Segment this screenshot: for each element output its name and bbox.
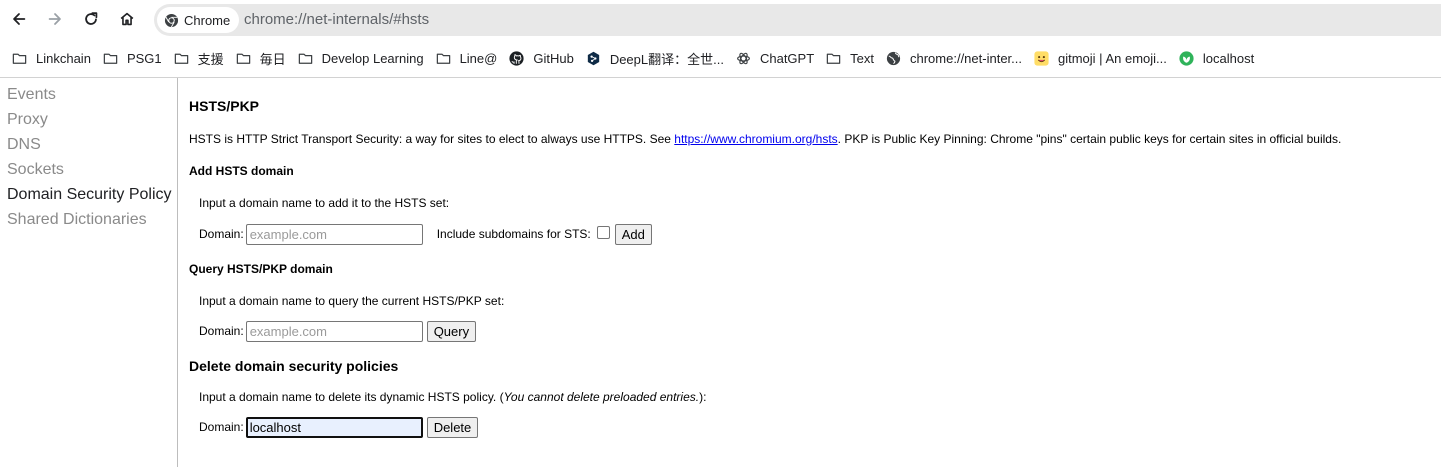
delete-form-row: Domain: Delete [199, 416, 479, 438]
home-icon [120, 12, 134, 26]
bookmark-label: PSG1 [126, 50, 162, 66]
back-button[interactable] [4, 4, 34, 34]
folder-icon [102, 50, 119, 67]
bookmark-chatgpt[interactable]: ChatGPT [733, 44, 821, 72]
bookmark-localhost[interactable]: localhost [1176, 44, 1261, 72]
delete-instruction-note: You cannot delete preloaded entries. [503, 390, 700, 404]
toolbar-divider [0, 77, 1441, 78]
delete-policies-heading: Delete domain security policies [189, 358, 399, 374]
browser-toolbar: Chrome chrome://net-internals/#hsts [0, 0, 1441, 40]
folder-icon [11, 50, 28, 67]
add-domain-input[interactable] [245, 223, 423, 245]
page-title: HSTS/PKP [189, 98, 260, 114]
bookmark-label: DeepL翻译：全世... [609, 51, 724, 67]
bookmark-text[interactable]: Text [823, 44, 881, 72]
bookmark-github[interactable]: GitHub [506, 44, 580, 72]
folder-icon [173, 50, 190, 67]
delete-instruction: Input a domain name to delete its dynami… [199, 390, 706, 404]
arrow-right-icon [48, 13, 61, 25]
localhost-icon [1178, 50, 1195, 67]
description-text-end: . PKP is Public Key Pinning: Chrome "pin… [837, 132, 1342, 146]
sidebar-item-proxy[interactable]: Proxy [0, 107, 177, 132]
site-info-label: Chrome [184, 12, 231, 28]
description-text-start: HSTS is HTTP Strict Transport Security: … [189, 132, 675, 146]
site-info-chip[interactable]: Chrome [157, 7, 240, 33]
folder-icon [435, 50, 452, 67]
globe-icon [885, 50, 902, 67]
sidebar-item-sockets[interactable]: Sockets [0, 157, 177, 182]
bookmark-3[interactable]: 毎日 [233, 44, 293, 72]
include-subdomains-label: Include subdomains for STS: [436, 227, 591, 241]
query-domain-label: Domain: [199, 324, 244, 338]
reload-icon [85, 12, 98, 25]
delete-domain-input[interactable] [245, 416, 423, 438]
delete-instruction-end: ): [699, 390, 707, 404]
arrow-left-icon [13, 13, 26, 25]
bookmark-deepl[interactable]: DeepL翻译：全世... [583, 44, 731, 72]
home-button[interactable] [112, 4, 142, 34]
deepl-icon [585, 50, 602, 67]
reload-button[interactable] [76, 4, 106, 34]
bookmark-label: localhost [1202, 50, 1255, 66]
query-button[interactable]: Query [426, 320, 477, 342]
add-instruction: Input a domain name to add it to the HST… [199, 196, 450, 210]
chromium-hsts-link[interactable]: https://www.chromium.org/hsts [674, 132, 837, 146]
delete-instruction-start: Input a domain name to delete its dynami… [199, 390, 504, 404]
bookmark-label: ChatGPT [759, 50, 815, 66]
bookmark-line[interactable]: Line@ [433, 44, 505, 72]
add-hsts-heading: Add HSTS domain [189, 164, 294, 178]
bookmark-chrome-net-inter[interactable]: chrome://net-inter... [883, 44, 1029, 72]
bookmark-label: 毎日 [259, 51, 286, 67]
folder-icon [297, 50, 314, 67]
bookmark-gitmoji-an-emoji[interactable]: gitmoji | An emoji... [1031, 44, 1174, 72]
bookmark-label: Text [850, 50, 874, 66]
folder-icon [235, 50, 252, 67]
query-instruction: Input a domain name to query the current… [199, 294, 505, 308]
bookmarks-bar: Linkchain PSG1 支援 毎日 Develop Learning Line@ Gi… [0, 40, 1441, 76]
include-subdomains-checkbox[interactable] [596, 225, 610, 239]
bookmark-label: gitmoji | An emoji... [1058, 50, 1167, 66]
bookmark-develop-learning[interactable]: Develop Learning [295, 44, 431, 72]
query-hsts-heading: Query HSTS/PKP domain [189, 262, 333, 276]
sidebar-item-domain-security-policy[interactable]: Domain Security Policy [0, 182, 177, 207]
bookmark-label: Linkchain [36, 50, 91, 66]
chrome-logo-icon [164, 13, 179, 27]
hsts-description: HSTS is HTTP Strict Transport Security: … [189, 132, 1341, 146]
query-form-row: Domain: Query [199, 320, 477, 342]
github-icon [508, 50, 525, 67]
delete-button[interactable]: Delete [426, 416, 479, 438]
sidebar-item-shared-dictionaries[interactable]: Shared Dictionaries [0, 207, 177, 232]
url-text[interactable]: chrome://net-internals/#hsts [244, 4, 429, 36]
bookmark-label: Develop Learning [321, 50, 424, 66]
gitmoji-icon [1033, 50, 1050, 67]
sidebar-item-events[interactable]: Events [0, 82, 177, 107]
add-button[interactable]: Add [614, 223, 652, 245]
bookmark-label: chrome://net-inter... [910, 50, 1022, 66]
bookmark-2[interactable]: 支援 [171, 44, 231, 72]
bookmark-label: GitHub [533, 50, 574, 66]
bookmark-label: Line@ [459, 50, 498, 66]
sidebar-item-dns[interactable]: DNS [0, 132, 177, 157]
chatgpt-icon [735, 50, 752, 67]
forward-button[interactable] [40, 4, 70, 34]
delete-domain-label: Domain: [199, 420, 244, 434]
query-domain-input[interactable] [245, 320, 423, 342]
bookmark-label: 支援 [197, 51, 224, 67]
folder-icon [825, 50, 842, 67]
bookmark-linkchain[interactable]: Linkchain [9, 44, 98, 72]
bookmark-psg1[interactable]: PSG1 [100, 44, 169, 72]
address-bar[interactable]: Chrome chrome://net-internals/#hsts [154, 4, 1441, 36]
net-internals-sidebar: Events Proxy DNS Sockets Domain Security… [0, 78, 178, 467]
add-domain-label: Domain: [199, 227, 244, 241]
add-form-row: Domain: Include subdomains for STS: Add [199, 223, 652, 245]
